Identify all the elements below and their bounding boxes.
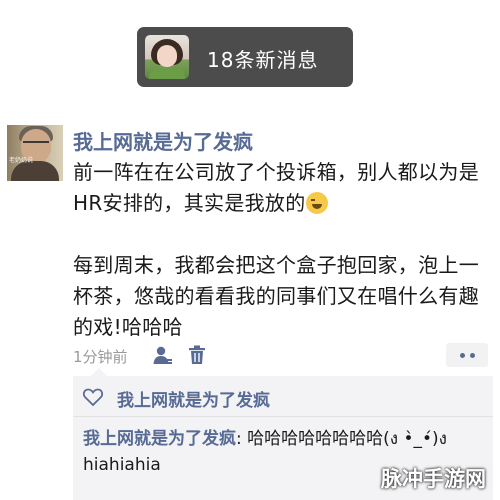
post-meta-row: 1分钟前 [73,343,493,367]
comment-user-name[interactable]: 我上网就是为了发疯 [83,429,236,449]
comment-separator: : [236,429,248,449]
post-author-avatar[interactable]: 老奶奶说 [7,125,63,181]
post-paragraph-2: 每到周末，我都会把这个盒子抱回家，泡上一杯茶，悠哉的看看我的同事们又在唱什么有趣… [73,253,479,339]
post-time: 1分钟前 [73,348,128,366]
post-author-name[interactable]: 我上网就是为了发疯 [73,126,253,155]
trash-icon[interactable] [188,345,206,365]
avatar-tag: 老奶奶说 [9,157,34,164]
post-content: 前一阵在在公司放了个投诉箱，别人都以为是HR安排的，其实是我放的 每到周末，我都… [73,157,493,343]
like-user-name[interactable]: 我上网就是为了发疯 [117,386,270,411]
new-messages-banner[interactable]: 18条新消息 [137,27,353,87]
laughing-face-icon [305,192,328,214]
post-paragraph-1: 前一阵在在公司放了个投诉箱，别人都以为是HR安排的，其实是我放的 [73,160,479,215]
notification-avatar [145,35,189,79]
user-icon[interactable] [153,345,173,365]
heart-icon [83,388,103,406]
likes-divider [73,416,493,417]
site-watermark: 脉冲手游网 [381,467,486,491]
more-icon[interactable] [446,343,488,367]
new-messages-count: 18条新消息 [207,48,319,72]
